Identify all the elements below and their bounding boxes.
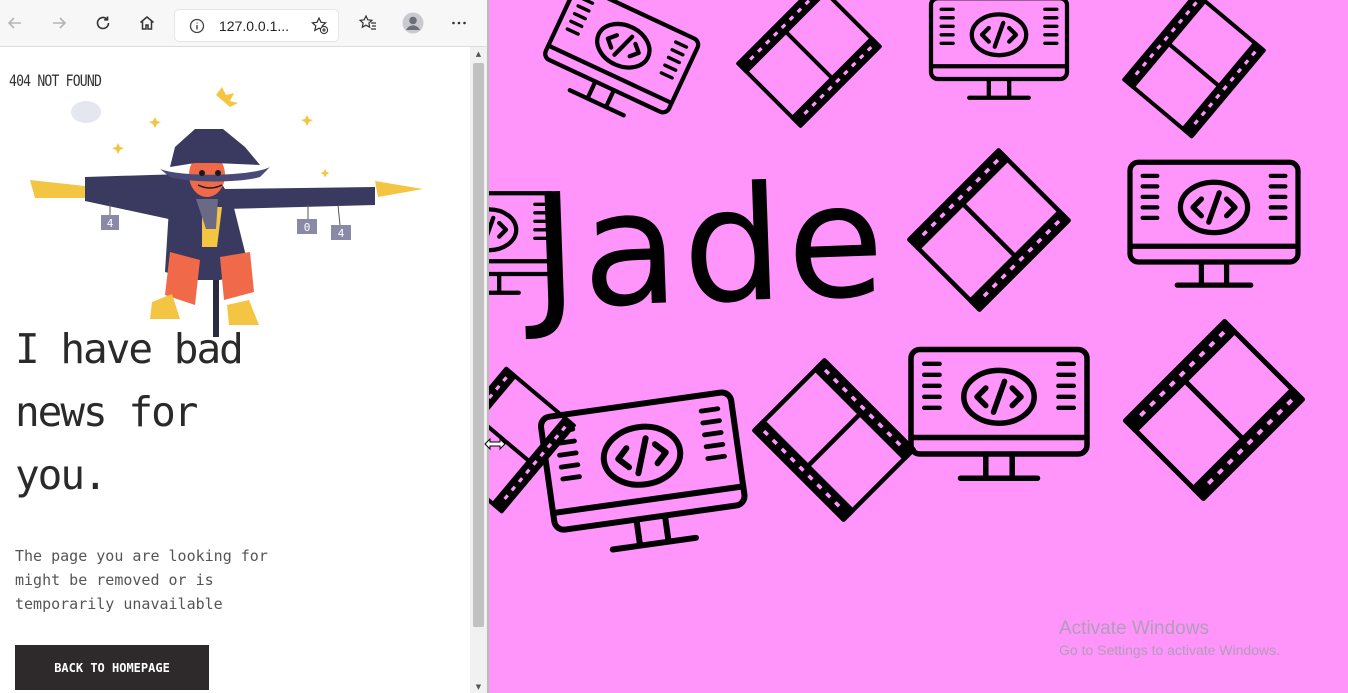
scroll-down-arrow-icon[interactable]: ▼ (474, 682, 483, 691)
browser-window: 127.0.0.1... 404 NOT FOUND 4 0 4 I have … (0, 0, 487, 693)
arrow-left-icon (7, 17, 21, 29)
browser-toolbar: 127.0.0.1... (0, 0, 487, 47)
favorites-icon (358, 14, 376, 30)
home-icon (140, 16, 154, 30)
back-to-homepage-button[interactable]: BACK TO HOMEPAGE (15, 645, 209, 690)
desktop-wallpaper: Jade Activate Windows Go to Settings to … (489, 0, 1348, 693)
info-icon (189, 18, 205, 34)
scarecrow-illustration: 4 0 4 (30, 87, 423, 337)
refresh-icon (96, 16, 110, 30)
headline-line: I have bad (15, 325, 244, 373)
scroll-up-arrow-icon[interactable]: ▲ (474, 49, 483, 58)
watermark-subtitle: Go to Settings to activate Windows. (1059, 642, 1280, 658)
add-favorite-icon[interactable] (310, 16, 329, 35)
resize-cursor-icon (484, 437, 506, 451)
description-line: temporarily unavailable (15, 595, 223, 613)
watermark-title: Activate Windows (1059, 618, 1209, 639)
address-text: 127.0.0.1... (219, 18, 290, 34)
description-line: The page you are looking for (15, 547, 268, 565)
home-button[interactable] (132, 8, 162, 38)
headline: I have bad news for you. (15, 318, 335, 507)
forward-button[interactable] (44, 8, 74, 38)
favorites-button[interactable] (353, 8, 383, 38)
scroll-thumb[interactable] (473, 63, 484, 627)
vertical-scrollbar[interactable]: ▲ ▼ (470, 47, 487, 693)
profile-button[interactable] (398, 8, 428, 38)
svg-text:4: 4 (338, 227, 345, 240)
refresh-button[interactable] (88, 8, 118, 38)
headline-line: news for (15, 388, 198, 436)
more-options-button[interactable] (444, 8, 474, 38)
description: The page you are looking for might be re… (15, 544, 315, 616)
svg-text:4: 4 (107, 217, 114, 230)
svg-text:0: 0 (304, 221, 311, 234)
arrow-right-icon (53, 17, 67, 29)
headline-line: you. (15, 451, 108, 499)
description-line: might be removed or is (15, 571, 214, 589)
page-content: 404 NOT FOUND 4 0 4 I have bad news for … (0, 47, 470, 693)
ellipsis-icon (452, 21, 466, 25)
wallpaper-pattern (489, 0, 1348, 693)
activate-windows-watermark: Activate Windows Go to Settings to activ… (1059, 618, 1280, 658)
wallpaper-title: Jade (527, 148, 892, 346)
address-bar[interactable]: 127.0.0.1... (175, 10, 338, 41)
avatar-icon (402, 12, 424, 34)
back-button[interactable] (0, 8, 30, 38)
